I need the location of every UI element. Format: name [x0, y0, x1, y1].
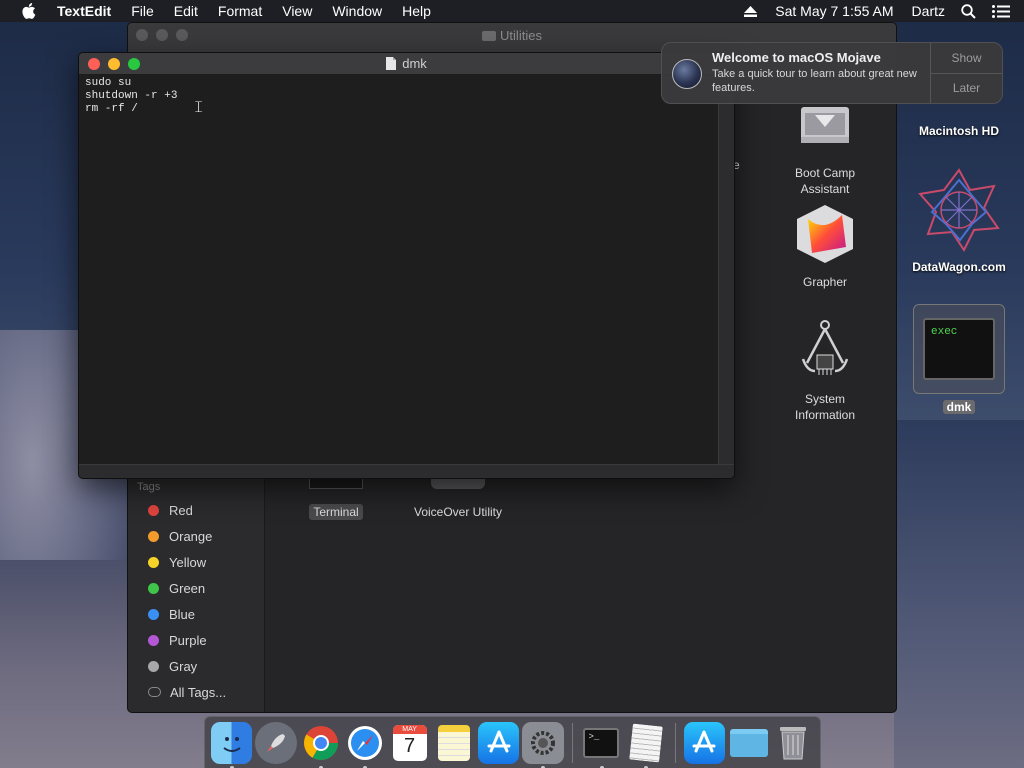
calendar-icon: MAY 7 [392, 724, 427, 761]
sidebar-tag-green[interactable]: Green [148, 575, 226, 601]
dock-textedit[interactable] [625, 722, 666, 768]
tag-color-dot [148, 504, 159, 516]
textedit-vertical-scrollbar[interactable] [718, 75, 734, 465]
all-tags-icon [148, 687, 161, 697]
gear-icon [531, 730, 556, 755]
dock-safari[interactable] [344, 722, 385, 768]
chrome-icon [303, 725, 338, 760]
dock-app-store-2[interactable] [683, 721, 726, 764]
desktop-datawagon[interactable]: DataWagon.com [900, 168, 1018, 274]
tag-color-dot [148, 608, 159, 620]
tag-color-dot [148, 660, 159, 672]
terminal-dock-icon: >_ [583, 727, 620, 758]
menu-window[interactable]: Window [322, 3, 392, 19]
boot-camp-icon [801, 107, 849, 143]
notification-title: Welcome to macOS Mojave [712, 50, 881, 65]
folder-icon [482, 30, 497, 41]
sidebar-tag-purple[interactable]: Purple [148, 627, 226, 653]
launchpad-rocket-icon [267, 733, 286, 752]
tag-color-dot [148, 556, 159, 568]
textedit-horizontal-scrollbar[interactable] [79, 464, 734, 478]
dock-separator [571, 722, 573, 763]
dock-terminal[interactable]: >_ [581, 722, 622, 768]
grapher-icon [797, 205, 853, 263]
dock-chrome[interactable] [300, 722, 341, 768]
notification-banner[interactable]: Welcome to macOS Mojave Take a quick tou… [661, 42, 1003, 104]
dock-trash[interactable] [773, 722, 814, 764]
spotlight-search-icon[interactable] [953, 3, 984, 19]
sidebar-tag-yellow[interactable]: Yellow [148, 549, 226, 575]
sidebar-tag-red[interactable]: Red [148, 497, 226, 523]
notification-show-button[interactable]: Show [931, 43, 1002, 73]
datawagon-logo-icon [918, 168, 1000, 252]
textedit-dock-icon [629, 723, 663, 762]
notification-later-button[interactable]: Later [931, 72, 1002, 104]
sidebar-tag-gray[interactable]: Gray [148, 653, 226, 679]
grapher-item[interactable]: Grapher [780, 203, 870, 289]
sidebar-tags-header: Tags [137, 481, 161, 493]
sidebar-tag-list: Red Orange Yellow Green Blue Purple Gray… [148, 497, 226, 705]
document-text[interactable]: sudo su shutdown -r +3 rm -rf / [85, 77, 714, 116]
notification-text: Take a quick tour to learn about great n… [712, 68, 917, 94]
dock-system-preferences[interactable] [522, 721, 564, 768]
dock-notes[interactable] [433, 722, 474, 764]
dock-separator [674, 722, 676, 763]
eject-icon[interactable] [736, 5, 765, 17]
desktop-macintosh-hd[interactable]: Macintosh HD [906, 104, 1012, 138]
desktop-dmk-file[interactable]: exec dmk [912, 304, 1006, 414]
finder-title: Utilities [128, 28, 896, 43]
app-store-icon [487, 730, 511, 752]
menu-edit[interactable]: Edit [164, 3, 208, 19]
tag-color-dot [148, 634, 159, 646]
sidebar-tag-blue[interactable]: Blue [148, 601, 226, 627]
dock-app-store[interactable] [477, 721, 520, 764]
boot-camp-assistant-item[interactable]: Boot Camp Assistant [780, 103, 870, 197]
wallpaper-dune-right [894, 420, 1024, 768]
safari-compass-icon [348, 725, 383, 760]
notification-center-icon[interactable] [984, 4, 1024, 18]
folder-icon [729, 728, 768, 757]
menu-help[interactable]: Help [392, 3, 441, 19]
tag-color-dot [148, 530, 159, 542]
dock: MAY 7 >_ [204, 716, 821, 768]
document-icon [386, 57, 397, 70]
dock-finder[interactable] [211, 721, 253, 768]
menu-clock[interactable]: Sat May 7 1:55 AM [765, 3, 903, 19]
menu-bar: TextEdit File Edit Format View Window He… [0, 0, 1024, 22]
dock-launchpad[interactable] [255, 721, 297, 764]
textedit-document-area[interactable]: sudo su shutdown -r +3 rm -rf / [79, 75, 720, 465]
dock-downloads-folder[interactable] [728, 722, 769, 764]
finder-icon [223, 736, 241, 752]
menu-file[interactable]: File [121, 3, 164, 19]
menu-app-name[interactable]: TextEdit [49, 3, 121, 19]
textedit-titlebar[interactable]: dmk [79, 53, 734, 75]
tag-color-dot [148, 582, 159, 594]
dock-calendar[interactable]: MAY 7 [389, 722, 430, 764]
sidebar-tag-orange[interactable]: Orange [148, 523, 226, 549]
textedit-title: dmk [402, 56, 427, 71]
apple-menu-icon[interactable] [21, 3, 37, 19]
app-store-icon [692, 730, 716, 752]
textedit-window: dmk sudo su shutdown -r +3 rm -rf / [78, 52, 735, 479]
menu-view[interactable]: View [272, 3, 322, 19]
ibeam-cursor-icon: 𝙸 [193, 97, 205, 116]
notes-icon [438, 724, 471, 761]
menu-format[interactable]: Format [208, 3, 272, 19]
trash-icon [780, 726, 807, 759]
dmk-thumbnail: exec [913, 304, 1005, 394]
sidebar-all-tags[interactable]: All Tags... [148, 679, 226, 705]
system-information-icon [801, 320, 849, 375]
system-information-item[interactable]: System Information [780, 319, 870, 423]
menu-user[interactable]: Dartz [904, 3, 953, 19]
macos-mojave-icon [672, 59, 702, 89]
